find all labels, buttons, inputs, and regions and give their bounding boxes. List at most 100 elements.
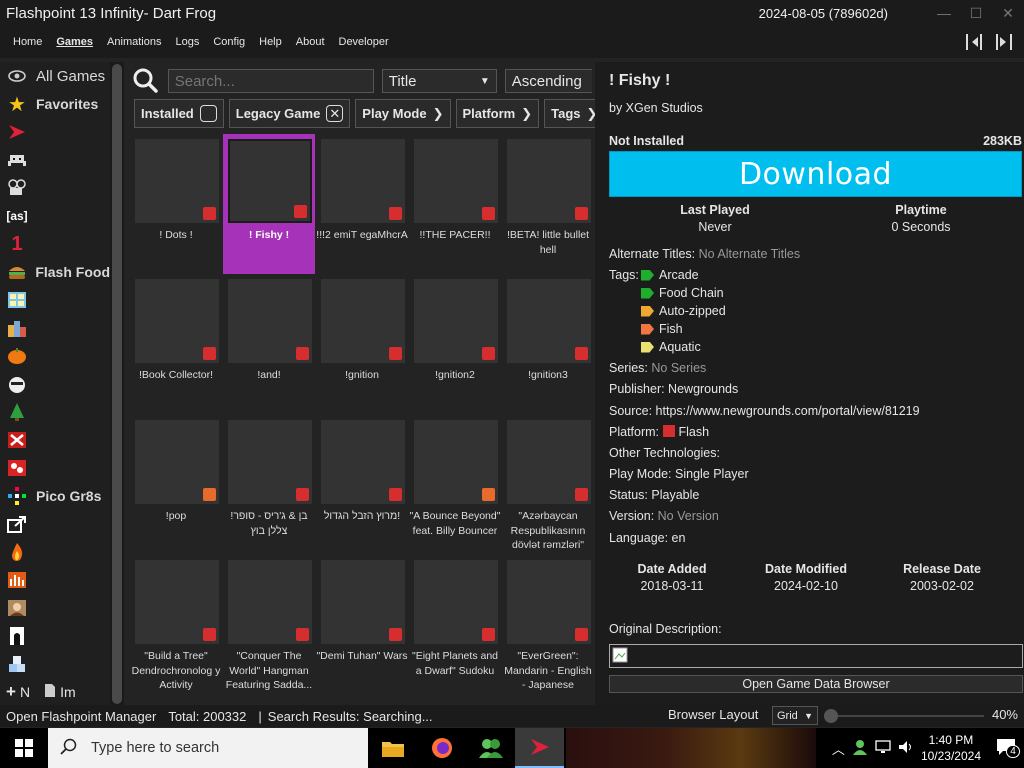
sidebar-item-one[interactable]: 1	[0, 230, 110, 258]
game-tile[interactable]: !gnition2	[409, 274, 501, 414]
tag-item[interactable]: Aquatic	[641, 340, 701, 354]
sidebar-item-windows[interactable]	[0, 286, 110, 314]
legacy-checkbox-x-icon[interactable]: ✕	[326, 105, 344, 122]
sidebar-item-pumpkin[interactable]	[0, 342, 110, 370]
game-tile[interactable]: !and!	[223, 274, 315, 414]
sidebar-item-share[interactable]	[0, 510, 110, 538]
network-icon[interactable]	[875, 739, 891, 757]
game-tile[interactable]: !!THE PACER!!	[409, 134, 501, 274]
game-tile[interactable]: "Eight Planets and a Dwarf" Sudoku	[409, 555, 501, 694]
people-icon[interactable]	[466, 728, 515, 768]
menu-config[interactable]: Config	[206, 36, 252, 48]
taskbar-search-box[interactable]: Type here to search	[48, 728, 368, 768]
tag-item[interactable]: Fish	[641, 322, 683, 336]
sidebar-item-flash-food[interactable]: Flash Food	[0, 258, 110, 286]
sidebar-item-as[interactable]: [as]	[0, 202, 110, 230]
game-thumbnail	[507, 420, 591, 504]
sidebar-item-all-games[interactable]: All Games	[0, 62, 110, 90]
game-tile[interactable]: "Build a Tree" Dendrochronolog y Activit…	[130, 555, 222, 694]
game-tile[interactable]: !gnition3	[502, 274, 594, 414]
search-input[interactable]	[167, 69, 374, 93]
game-tile[interactable]: ! Dots !	[130, 134, 222, 274]
tag-item[interactable]: Arcade	[641, 268, 699, 282]
maximize-button[interactable]: ☐	[960, 0, 992, 26]
game-tile[interactable]: "A Bounce Beyond" feat. Billy Bouncer	[409, 415, 501, 555]
game-tile[interactable]: ! Fishy !	[223, 134, 315, 274]
menu-animations[interactable]: Animations	[100, 36, 168, 48]
flashpoint-taskbar-icon[interactable]	[515, 728, 564, 768]
game-tile[interactable]: !Book Collector!	[130, 274, 222, 414]
zoom-slider[interactable]	[824, 709, 984, 723]
collapse-right-panel-icon[interactable]	[994, 32, 1014, 52]
game-tile[interactable]: !gnition	[316, 274, 408, 414]
platform-filter[interactable]: Platform ❯	[455, 99, 540, 128]
game-tile[interactable]: מרוץ הזבל הגדול!	[316, 415, 408, 555]
collapse-left-panel-icon[interactable]	[964, 32, 984, 52]
date-added: Date Added 2018-03-11	[637, 562, 707, 593]
game-tile[interactable]: !BETA! little bullet hell	[502, 134, 594, 274]
download-button[interactable]: Download	[609, 151, 1022, 197]
notification-icon[interactable]: 4	[996, 738, 1020, 759]
sidebar-item-crossed[interactable]	[0, 426, 110, 454]
game-grid: ! Dots ! ! Fishy ! !!!2 emiT egaMhcrA !!THE…	[130, 134, 594, 694]
volume-icon[interactable]	[898, 740, 914, 757]
sidebar-item-pico-gr8s[interactable]: Pico Gr8s	[0, 482, 110, 510]
sidebar-item-arch[interactable]	[0, 622, 110, 650]
order-by-select[interactable]: Title ▼	[381, 69, 497, 93]
search-icon[interactable]	[132, 67, 160, 95]
menu-logs[interactable]: Logs	[168, 36, 206, 48]
import-playlist-button[interactable]: Im	[44, 683, 76, 701]
menu-about[interactable]: About	[289, 36, 332, 48]
sidebar-item-fire[interactable]	[0, 538, 110, 566]
sidebar-item-city[interactable]	[0, 314, 110, 342]
source-link[interactable]: Source: https://www.newgrounds.com/porta…	[609, 404, 920, 418]
tag-icon	[641, 269, 654, 281]
game-tile[interactable]: "EverGreen": Mandarin - English - Japane…	[502, 555, 594, 694]
menu-developer[interactable]: Developer	[332, 36, 396, 48]
game-tile[interactable]: בן & ג'ריס - סופר! צללן בוץ	[223, 415, 315, 555]
play-mode-filter[interactable]: Play Mode ❯	[355, 99, 451, 128]
game-tile[interactable]: !pop	[130, 415, 222, 555]
tag-item[interactable]: Food Chain	[641, 286, 724, 300]
zoom-slider-handle[interactable]	[824, 709, 838, 723]
sidebar-item-cat[interactable]	[0, 370, 110, 398]
game-tile[interactable]: "Conquer The World" Hangman Featuring Sa…	[223, 555, 315, 694]
sidebar-scrollbar[interactable]	[110, 62, 124, 706]
open-game-data-browser-button[interactable]: Open Game Data Browser	[609, 675, 1023, 693]
open-manager-link[interactable]: Open Flashpoint Manager	[6, 709, 156, 724]
people-tray-icon[interactable]	[852, 739, 868, 758]
game-tile[interactable]: !!!2 emiT egaMhcrA	[316, 134, 408, 274]
sidebar-item-invaders[interactable]	[0, 146, 110, 174]
new-playlist-button[interactable]: + N	[6, 682, 30, 702]
layout-select[interactable]: Grid ▼	[772, 706, 818, 725]
menu-games[interactable]: Games	[49, 36, 100, 48]
sidebar-item-tree[interactable]	[0, 398, 110, 426]
sidebar-item-pattern[interactable]	[0, 454, 110, 482]
installed-checkbox[interactable]	[199, 105, 217, 122]
minimize-button[interactable]: —	[928, 0, 960, 26]
sidebar-item-flashpoint[interactable]	[0, 118, 110, 146]
tag-item[interactable]: Auto-zipped	[641, 304, 726, 318]
sidebar-item-audio[interactable]	[0, 566, 110, 594]
menu-help[interactable]: Help	[252, 36, 289, 48]
sidebar-item-cubes[interactable]	[0, 650, 110, 678]
legacy-game-filter[interactable]: Legacy Game ✕	[228, 99, 351, 128]
file-explorer-icon[interactable]	[368, 728, 417, 768]
sidebar-item-portrait[interactable]	[0, 594, 110, 622]
game-tile[interactable]: "Azərbaycan Respublikasının dövlət rəmzl…	[502, 415, 594, 555]
clock[interactable]: 1:40 PM 10/23/2024	[921, 732, 981, 764]
sidebar-scroll-thumb[interactable]	[112, 64, 122, 704]
game-tile[interactable]: "Demi Tuhan" Wars	[316, 555, 408, 694]
flash-platform-icon	[482, 628, 495, 641]
game-tile-title: !!!2 emiT egaMhcrA	[316, 229, 408, 241]
close-button[interactable]: ✕	[992, 0, 1024, 26]
order-direction-select[interactable]: Ascending	[504, 69, 592, 93]
sidebar-item-camera[interactable]	[0, 174, 110, 202]
sidebar-item-favorites[interactable]: ★ Favorites	[0, 90, 110, 118]
windows-logo-icon	[15, 739, 33, 757]
installed-filter[interactable]: Installed	[134, 99, 224, 128]
start-button[interactable]	[0, 728, 48, 768]
chevron-up-icon[interactable]: ︿	[832, 739, 845, 758]
firefox-icon[interactable]	[417, 728, 466, 768]
menu-home[interactable]: Home	[6, 36, 49, 48]
